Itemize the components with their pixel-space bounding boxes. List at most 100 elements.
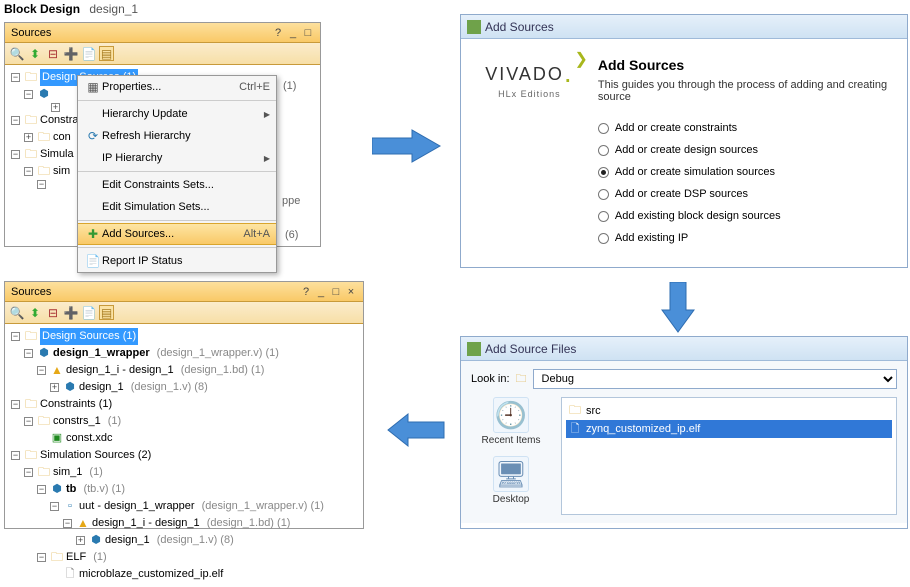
collapse-icon[interactable]: −: [11, 116, 20, 125]
hierarchy-icon[interactable]: 📄: [81, 305, 97, 321]
collapse-icon[interactable]: −: [63, 519, 72, 528]
dim-label: (1): [108, 413, 121, 430]
collapse-icon[interactable]: ⊟: [45, 46, 61, 62]
help-icon[interactable]: ?: [300, 282, 312, 301]
collapse-icon[interactable]: −: [11, 451, 20, 460]
radio-simulation[interactable]: Add or create simulation sources: [598, 161, 893, 183]
report-icon: 📄: [84, 254, 102, 268]
search-icon[interactable]: 🔍: [9, 46, 25, 62]
radio-ip[interactable]: Add existing IP: [598, 227, 893, 249]
collapse-icon[interactable]: −: [37, 485, 46, 494]
logo-text: VIVADO: [485, 64, 564, 84]
block-design-name: design_1: [89, 2, 138, 16]
folder-icon: 🗀: [516, 370, 527, 389]
file-row-folder[interactable]: 🗀 src: [566, 402, 892, 420]
collapse-icon[interactable]: −: [37, 553, 46, 562]
tree-row-leaf[interactable]: +⬢design_1 (design_1.v) (8): [11, 379, 357, 396]
sidebar-desktop[interactable]: 🖥 Desktop: [471, 456, 551, 505]
context-menu: ▦ Properties... Ctrl+E Hierarchy Update …: [77, 75, 277, 273]
label: const.xdc: [66, 430, 112, 447]
tree-row-inst2[interactable]: −▲design_1_i - design_1 (design_1.bd) (1…: [11, 515, 357, 532]
maximize-icon[interactable]: □: [302, 23, 314, 42]
logo-sub: HLx Editions: [475, 89, 584, 99]
radio-dsp[interactable]: Add or create DSP sources: [598, 183, 893, 205]
sources-panel-bottom: Sources ? _ □ × 🔍 ⬍ ⊟ ➕ 📄 ▤ −🗀Design Sou…: [4, 281, 364, 529]
label: design_1_i - design_1: [66, 362, 174, 379]
expand-icon[interactable]: +: [76, 536, 85, 545]
tree-row-elf[interactable]: −🗀ELF (1): [11, 549, 357, 566]
tree-row-constrs1[interactable]: −🗀constrs_1 (1): [11, 413, 357, 430]
menu-item-refresh-hierarchy[interactable]: ⟳ Refresh Hierarchy: [78, 125, 276, 147]
sources-toolbar: 🔍 ⬍ ⊟ ➕ 📄 ▤: [5, 302, 363, 324]
minimize-icon[interactable]: _: [315, 282, 327, 301]
minimize-icon[interactable]: _: [287, 23, 299, 42]
menu-separator: [78, 247, 276, 248]
collapse-icon[interactable]: −: [24, 90, 33, 99]
help-icon[interactable]: ?: [272, 23, 284, 42]
tree-row-sim1[interactable]: −🗀sim_1 (1): [11, 464, 357, 481]
tree-row-tb[interactable]: −⬢tb (tb.v) (1): [11, 481, 357, 498]
folder-icon: 🗀: [568, 401, 582, 422]
add-icon[interactable]: ➕: [63, 305, 79, 321]
tree-row-xdc[interactable]: ▣const.xdc: [11, 430, 357, 447]
wizard-desc: This guides you through the process of a…: [598, 79, 893, 103]
collapse-icon[interactable]: −: [24, 417, 33, 426]
tree-row-simsources[interactable]: −🗀Simulation Sources (2): [11, 447, 357, 464]
label: sim_1: [53, 464, 82, 481]
radio-blockdesign[interactable]: Add existing block design sources: [598, 205, 893, 227]
collapse-icon[interactable]: ⊟: [45, 305, 61, 321]
menu-item-edit-simulation[interactable]: Edit Simulation Sets...: [78, 196, 276, 218]
constraints-label: Constra: [40, 112, 79, 129]
menu-separator: [78, 100, 276, 101]
maximize-icon[interactable]: □: [330, 282, 342, 301]
tree-row-wrapper[interactable]: −⬢design_1_wrapper (design_1_wrapper.v) …: [11, 345, 357, 362]
tree-row-design-sources[interactable]: −🗀Design Sources (1): [11, 328, 357, 345]
sort-icon[interactable]: ⬍: [27, 46, 43, 62]
toggle-icon[interactable]: ▤: [99, 46, 114, 61]
menu-item-properties[interactable]: ▦ Properties... Ctrl+E: [78, 76, 276, 98]
tree-row-instance[interactable]: −▲design_1_i - design_1 (design_1.bd) (1…: [11, 362, 357, 379]
folder-icon: 🗀: [37, 413, 51, 430]
expand-icon[interactable]: +: [51, 103, 60, 112]
collapse-icon[interactable]: −: [11, 400, 20, 409]
menu-item-hierarchy-update[interactable]: Hierarchy Update ▶: [78, 103, 276, 125]
collapse-icon[interactable]: −: [24, 349, 33, 358]
radio-label: Add existing block design sources: [615, 210, 781, 222]
tree-row-uut[interactable]: −▫uut - design_1_wrapper (design_1_wrapp…: [11, 498, 357, 515]
folder-icon: 🗀: [24, 146, 38, 163]
elf-icon: 🗋: [63, 566, 77, 583]
radio-design[interactable]: Add or create design sources: [598, 139, 893, 161]
radio-constraints[interactable]: Add or create constraints: [598, 117, 893, 139]
search-icon[interactable]: 🔍: [9, 305, 25, 321]
menu-item-edit-constraints[interactable]: Edit Constraints Sets...: [78, 174, 276, 196]
tree-row-elffile[interactable]: 🗋microblaze_customized_ip.elf: [11, 566, 357, 583]
collapse-icon[interactable]: −: [37, 180, 46, 189]
collapse-icon[interactable]: −: [24, 167, 33, 176]
panel-header: Sources ? _ □: [5, 23, 320, 43]
expand-icon[interactable]: +: [24, 133, 33, 142]
menu-item-add-sources[interactable]: ✚ Add Sources... Alt+A: [78, 223, 276, 245]
collapse-icon[interactable]: −: [11, 332, 20, 341]
expand-icon[interactable]: +: [50, 383, 59, 392]
close-icon[interactable]: ×: [345, 282, 357, 301]
file-list[interactable]: 🗀 src 🗋 zynq_customized_ip.elf: [561, 397, 897, 515]
tree-row-leaf2[interactable]: +⬢design_1 (design_1.v) (8): [11, 532, 357, 549]
tree-row-constraints[interactable]: −🗀Constraints (1): [11, 396, 357, 413]
collapse-icon[interactable]: −: [11, 150, 20, 159]
add-icon[interactable]: ➕: [63, 46, 79, 62]
collapse-icon[interactable]: −: [11, 73, 20, 82]
sidebar-recent[interactable]: 🕘 Recent Items: [471, 397, 551, 446]
folder-icon: 🗀: [24, 328, 38, 345]
lookin-dropdown[interactable]: Debug: [533, 369, 897, 389]
menu-item-report-ip[interactable]: 📄 Report IP Status: [78, 250, 276, 272]
collapse-icon[interactable]: −: [24, 468, 33, 477]
file-icon: 🗋: [568, 420, 582, 439]
hierarchy-icon[interactable]: 📄: [81, 46, 97, 62]
collapse-icon[interactable]: −: [50, 502, 59, 511]
toggle-icon[interactable]: ▤: [99, 305, 114, 320]
menu-item-ip-hierarchy[interactable]: IP Hierarchy ▶: [78, 147, 276, 169]
wizard-titlebar: Add Sources: [461, 15, 907, 39]
sort-icon[interactable]: ⬍: [27, 305, 43, 321]
file-row-elf[interactable]: 🗋 zynq_customized_ip.elf: [566, 420, 892, 438]
collapse-icon[interactable]: −: [37, 366, 46, 375]
